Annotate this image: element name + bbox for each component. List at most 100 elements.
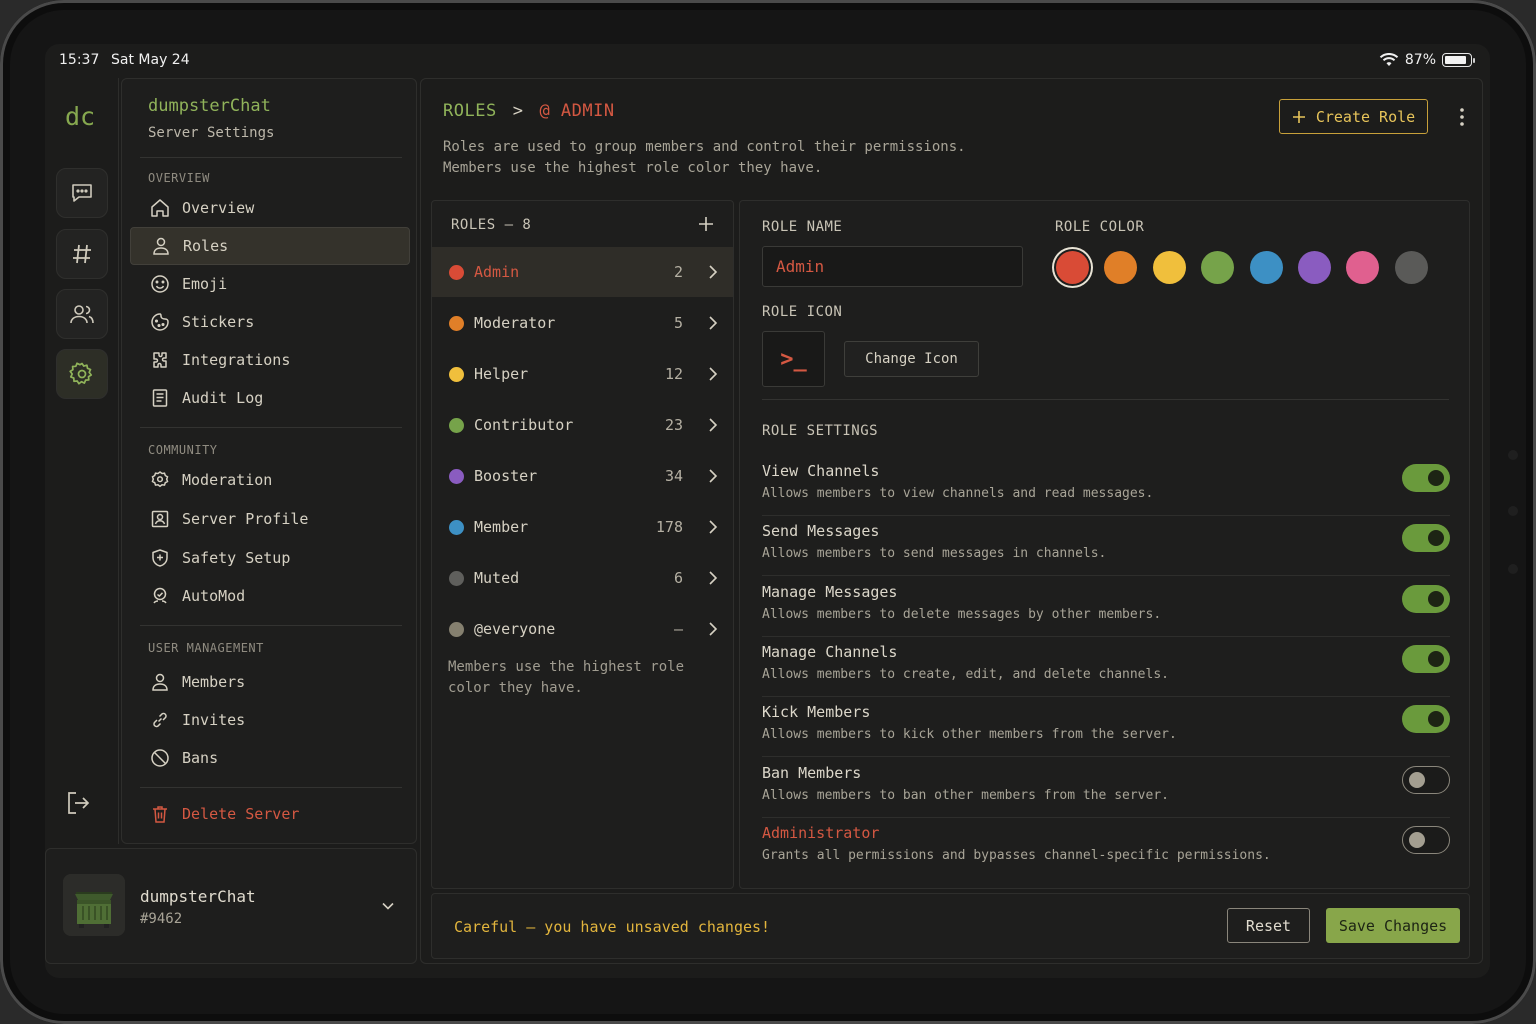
role-row[interactable]: Muted 6 [432, 553, 733, 603]
color-swatch[interactable] [1056, 251, 1089, 284]
rail-settings-button[interactable] [56, 349, 108, 399]
permission-description: Allows members to delete messages by oth… [762, 606, 1162, 622]
sidebar-item-roles[interactable]: Roles [130, 227, 410, 265]
sidebar-item-emoji[interactable]: Emoji [130, 265, 410, 303]
chevron-down-icon[interactable] [380, 899, 396, 913]
sidebar-item-label: Roles [183, 237, 229, 255]
role-color-dot [449, 417, 464, 433]
role-name: Moderator [474, 314, 556, 332]
role-name-input[interactable] [762, 246, 1023, 287]
role-row[interactable]: Contributor 23 [432, 400, 733, 450]
user-profile-card[interactable]: dumpsterChat #9462 [45, 848, 417, 964]
permission-title: Ban Members [762, 763, 862, 782]
delete-server-button[interactable]: Delete Server [130, 795, 410, 833]
server-name: dumpsterChat [148, 96, 271, 116]
color-swatch[interactable] [1152, 251, 1186, 284]
sidebar-item-label: Invites [182, 711, 246, 729]
color-swatch[interactable] [1394, 251, 1428, 284]
role-row[interactable]: Booster 34 [432, 451, 733, 501]
permission-toggle[interactable] [1402, 584, 1450, 613]
roles-note: Members use the highest role color they … [448, 659, 685, 696]
divider [140, 625, 402, 626]
side-sensor [1508, 506, 1518, 516]
role-row[interactable]: @everyone — [432, 604, 733, 654]
role-member-count: — [673, 620, 683, 638]
color-swatch[interactable] [1201, 251, 1235, 284]
permission-row: Manage Messages Allows members to delete … [762, 577, 1450, 637]
sidebar-item-integrations[interactable]: Integrations [130, 341, 410, 379]
sidebar-item-bans[interactable]: Bans [130, 739, 410, 777]
rail-members-button[interactable] [56, 289, 108, 339]
sidebar-item-server-profile[interactable]: Server Profile [130, 500, 410, 538]
color-swatch[interactable] [1346, 251, 1380, 284]
permission-toggle[interactable] [1402, 765, 1450, 794]
side-sensor [1508, 564, 1518, 574]
add-role-icon[interactable] [697, 215, 715, 233]
permission-toggle[interactable] [1402, 524, 1450, 553]
chevron-right-icon [709, 571, 718, 585]
home-icon [151, 199, 169, 217]
role-row[interactable]: Admin 2 [432, 247, 733, 297]
toggle-knob [1428, 650, 1444, 667]
role-name: @everyone [474, 620, 556, 638]
terminal-icon: >_ [780, 346, 807, 372]
sidebar-item-automod[interactable]: AutoMod [130, 577, 410, 615]
sidebar-item-safety-setup[interactable]: Safety Setup [130, 539, 410, 577]
role-color-dot [449, 621, 464, 637]
permission-row: Ban Members Allows members to ban other m… [762, 758, 1450, 818]
role-member-count: 12 [664, 365, 683, 383]
wifi-icon [1379, 53, 1399, 66]
role-member-count: 2 [673, 263, 683, 281]
more-options-icon[interactable] [1457, 107, 1467, 127]
sidebar-item-label: Server Profile [182, 510, 309, 528]
role-name-label: ROLE NAME [762, 219, 843, 235]
breadcrumb-roles[interactable]: ROLES [443, 101, 497, 121]
user-icon [152, 673, 168, 691]
gear-icon [69, 362, 93, 385]
toggle-knob [1428, 590, 1444, 607]
create-role-label: Create Role [1315, 107, 1416, 126]
reset-button[interactable]: Reset [1227, 908, 1310, 943]
sidebar-item-overview[interactable]: Overview [130, 189, 410, 227]
role-row[interactable]: Moderator 5 [432, 298, 733, 348]
logout-button[interactable] [65, 790, 91, 820]
save-changes-button[interactable]: Save Changes [1326, 908, 1460, 943]
dumpster-avatar-icon [63, 874, 125, 936]
permission-toggle[interactable] [1402, 705, 1450, 734]
sidebar-item-invites[interactable]: Invites [130, 701, 410, 739]
role-icon-preview[interactable]: >_ [762, 331, 825, 387]
smiley-icon [151, 275, 169, 293]
sidebar-item-label: Stickers [182, 313, 255, 331]
sidebar-item-stickers[interactable]: Stickers [130, 303, 410, 341]
description-line: Members use the highest role color they … [443, 160, 823, 176]
link-icon [153, 712, 167, 728]
color-swatch[interactable] [1249, 251, 1283, 284]
side-sensor [1508, 450, 1518, 460]
permission-toggle[interactable] [1402, 825, 1450, 854]
permission-toggle[interactable] [1402, 644, 1450, 673]
sidebar-item-members[interactable]: Members [130, 663, 410, 701]
role-row[interactable]: Member 178 [432, 502, 733, 552]
color-swatch[interactable] [1104, 251, 1138, 284]
sidebar-item-label: Safety Setup [182, 549, 291, 567]
role-row[interactable]: Helper 12 [432, 349, 733, 399]
change-icon-button[interactable]: Change Icon [844, 341, 979, 377]
section-title: COMMUNITY [148, 443, 218, 457]
sidebar-item-moderation[interactable]: Moderation [130, 461, 410, 499]
rail-chat-button[interactable] [56, 168, 108, 218]
sidebar-item-audit-log[interactable]: Audit Log [130, 379, 410, 417]
rail-channels-button[interactable] [56, 229, 108, 279]
battery-level [1445, 56, 1466, 64]
tablet-frame: 15:37 Sat May 24 87% dc dumpsterChat Ser… [0, 0, 1536, 1024]
shield-icon [152, 549, 168, 567]
create-role-button[interactable]: Create Role [1279, 99, 1428, 134]
divider [762, 399, 1449, 400]
puzzle-icon [153, 352, 167, 368]
color-swatch[interactable] [1298, 251, 1331, 284]
sticker-icon [151, 313, 169, 331]
role-name: Admin [474, 263, 520, 281]
plus-icon [1292, 110, 1305, 123]
permission-toggle[interactable] [1402, 464, 1450, 492]
permission-description: Allows members to send messages in chann… [762, 546, 1107, 562]
toggle-knob [1428, 711, 1444, 728]
